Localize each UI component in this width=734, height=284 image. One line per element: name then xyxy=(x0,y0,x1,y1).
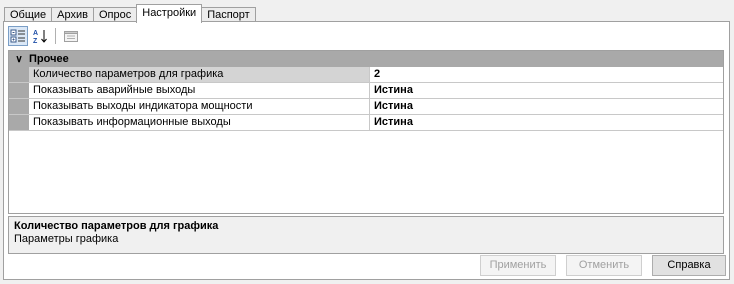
help-button[interactable]: Справка xyxy=(652,255,726,276)
property-row-show-alarm-outputs[interactable]: Показывать аварийные выходы Истина xyxy=(9,83,723,99)
property-name: Показывать информационные выходы xyxy=(29,115,370,130)
apply-button[interactable]: Применить xyxy=(480,255,556,276)
cancel-button[interactable]: Отменить xyxy=(566,255,642,276)
chevron-down-icon[interactable]: ∨ xyxy=(9,54,29,65)
property-name: Количество параметров для графика xyxy=(29,67,370,82)
svg-text:A: A xyxy=(33,30,38,37)
tab-settings[interactable]: Настройки xyxy=(136,4,203,23)
toolbar-separator xyxy=(55,28,56,44)
property-name: Показывать аварийные выходы xyxy=(29,83,370,98)
alphabetical-sort-button[interactable]: A Z xyxy=(30,26,50,46)
row-gutter xyxy=(9,99,29,114)
settings-tab-page: A Z ∨ Прочее Количество параметров для г… xyxy=(3,21,730,280)
property-value[interactable]: 2 xyxy=(370,67,723,82)
property-value[interactable]: Истина xyxy=(370,99,723,114)
property-row-show-info-outputs[interactable]: Показывать информационные выходы Истина xyxy=(9,115,723,131)
category-label: Прочее xyxy=(29,53,69,65)
row-gutter xyxy=(9,67,29,82)
categorized-view-button[interactable] xyxy=(8,26,28,46)
property-pages-button[interactable] xyxy=(61,26,81,46)
property-row-chart-params-count[interactable]: Количество параметров для графика 2 xyxy=(9,67,723,83)
property-description-panel: Количество параметров для графика Параме… xyxy=(8,216,724,254)
alphabetical-sort-icon: A Z xyxy=(33,30,47,44)
property-grid: ∨ Прочее Количество параметров для графи… xyxy=(8,50,724,214)
property-row-show-power-indicator-outputs[interactable]: Показывать выходы индикатора мощности Ис… xyxy=(9,99,723,115)
property-name: Показывать выходы индикатора мощности xyxy=(29,99,370,114)
property-value[interactable]: Истина xyxy=(370,115,723,130)
property-value[interactable]: Истина xyxy=(370,83,723,98)
row-gutter xyxy=(9,115,29,130)
description-title: Количество параметров для графика xyxy=(14,220,219,232)
row-gutter xyxy=(9,83,29,98)
categorized-view-icon xyxy=(10,29,25,43)
property-grid-toolbar: A Z xyxy=(8,25,722,47)
description-text: Параметры графика xyxy=(14,233,119,245)
category-row[interactable]: ∨ Прочее xyxy=(9,51,723,67)
property-pages-icon xyxy=(64,31,78,42)
svg-text:Z: Z xyxy=(33,38,38,44)
